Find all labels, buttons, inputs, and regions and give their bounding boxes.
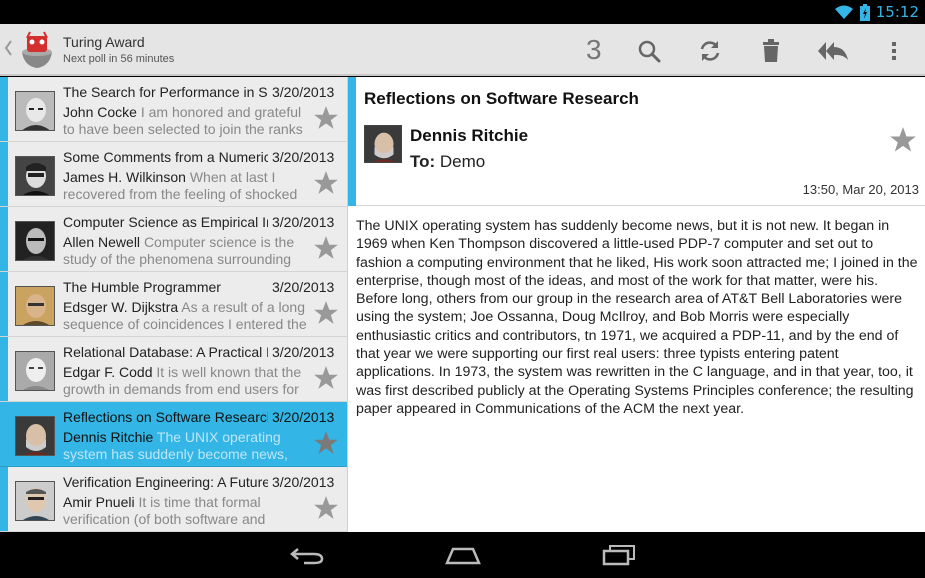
recent-apps-icon (602, 545, 635, 566)
star-icon[interactable] (889, 126, 917, 154)
star-icon[interactable] (313, 105, 339, 131)
message-preview: Dennis Ritchie The UNIX operating system… (63, 429, 308, 463)
message-subject: Computer Science as Empirical Inquiry (63, 214, 268, 230)
star-icon[interactable] (313, 170, 339, 196)
message-preview: Edgar F. Codd It is well known that the … (63, 364, 308, 398)
home-icon (445, 547, 481, 565)
detail-subject: Reflections on Software Research (364, 89, 639, 108)
status-icons: 15:12 (834, 3, 919, 21)
back-button[interactable] (287, 542, 327, 568)
star-icon[interactable] (313, 430, 339, 456)
to-label: To: (410, 152, 436, 171)
app-title: Turing Award (63, 34, 145, 50)
message-body: The UNIX operating system has suddenly b… (356, 218, 918, 417)
star-icon[interactable] (313, 495, 339, 521)
back-icon (290, 548, 324, 565)
recipient-name: Demo (439, 152, 486, 171)
refresh-icon (700, 41, 720, 61)
message-subject: The Humble Programmer (63, 279, 221, 295)
refresh-button[interactable] (695, 36, 725, 66)
avatar (15, 351, 55, 391)
action-bar-titles: Turing Award Next poll in 56 minutes (63, 34, 174, 67)
up-chevron-icon[interactable] (4, 40, 12, 56)
star-icon[interactable] (313, 365, 339, 391)
message-date: 3/20/2013 (272, 279, 335, 295)
screen: 15:12 Turing Award Next poll in 56 minut… (0, 0, 925, 578)
message-sender: Amir Pnueli (63, 494, 135, 510)
message-subject: Some Comments from a Numerical Analyst (63, 149, 268, 165)
message-preview: Allen Newell Computer science is the stu… (63, 234, 308, 268)
message-date: 3/20/2013 (272, 474, 335, 490)
detail-recipient: To: Demo (410, 152, 485, 172)
message-subject: Verification Engineering: A Future Profe… (63, 474, 268, 490)
app-icon[interactable] (18, 30, 56, 70)
avatar (15, 156, 55, 196)
action-bar: Turing Award Next poll in 56 minutes 3 (0, 24, 925, 76)
clock: 15:12 (875, 3, 919, 21)
reply-all-button[interactable] (815, 36, 851, 66)
list-item[interactable]: Verification Engineering: A Future Profe… (0, 467, 348, 532)
avatar (15, 91, 55, 131)
unread-indicator (0, 337, 8, 401)
message-subject: The Search for Performance in Scientific… (63, 84, 268, 100)
detail-timestamp: 13:50, Mar 20, 2013 (802, 182, 919, 197)
message-list: The Search for Performance in Scientific… (0, 77, 348, 532)
list-item[interactable]: Some Comments from a Numerical Analyst 3… (0, 142, 348, 207)
unread-count: 3 (586, 34, 602, 65)
list-item[interactable]: Computer Science as Empirical Inquiry 3/… (0, 207, 348, 272)
sender-avatar (364, 125, 402, 163)
message-date: 3/20/2013 (272, 409, 335, 425)
avatar (15, 416, 55, 456)
avatar (15, 286, 55, 326)
message-detail: Reflections on Software Research Dennis … (348, 77, 925, 532)
delete-button[interactable] (756, 36, 786, 66)
overflow-menu-icon (892, 42, 896, 60)
reply-all-icon (818, 42, 848, 60)
battery-icon (859, 3, 870, 21)
message-sender: Dennis Ritchie (63, 429, 154, 445)
message-preview: Edsger W. Dijkstra As a result of a long… (63, 299, 308, 333)
message-sender: James H. Wilkinson (63, 169, 186, 185)
message-sender: Edsger W. Dijkstra (63, 299, 179, 315)
avatar (15, 481, 55, 521)
unread-indicator (0, 467, 8, 531)
message-subject: Relational Database: A Practical Foundat… (63, 344, 268, 360)
search-icon (638, 40, 661, 63)
message-date: 3/20/2013 (272, 149, 335, 165)
list-item[interactable]: The Humble Programmer 3/20/2013 Edsger W… (0, 272, 348, 337)
message-subject: Reflections on Software Research (63, 409, 268, 425)
poll-status: Next poll in 56 minutes (63, 53, 175, 65)
message-preview: Amir Pnueli It is time that formal verif… (63, 494, 308, 528)
avatar (15, 221, 55, 261)
message-header: Reflections on Software Research Dennis … (348, 77, 925, 206)
unread-indicator (0, 207, 8, 271)
status-bar: 15:12 (0, 0, 925, 24)
recent-apps-button[interactable] (599, 542, 639, 568)
message-sender: Allen Newell (63, 234, 141, 250)
message-preview: James H. Wilkinson When at last I recove… (63, 169, 308, 203)
list-item[interactable]: The Search for Performance in Scientific… (0, 77, 348, 142)
home-button[interactable] (443, 542, 483, 568)
unread-indicator (0, 142, 8, 206)
trash-icon (763, 39, 779, 62)
search-button[interactable] (634, 36, 664, 66)
overflow-menu-button[interactable] (879, 36, 909, 66)
message-preview: John Cocke I am honored and grateful to … (63, 104, 308, 138)
unread-indicator (0, 272, 8, 336)
wifi-icon (834, 5, 853, 19)
unread-indicator (348, 77, 356, 206)
detail-sender: Dennis Ritchie (410, 126, 529, 145)
message-sender: Edgar F. Codd (63, 364, 153, 380)
unread-indicator (0, 77, 8, 141)
list-item-selected[interactable]: Reflections on Software Research 3/20/20… (0, 402, 348, 467)
message-date: 3/20/2013 (272, 214, 335, 230)
list-item[interactable]: Relational Database: A Practical Foundat… (0, 337, 348, 402)
selection-indicator (0, 402, 8, 466)
message-date: 3/20/2013 (272, 84, 335, 100)
message-sender: John Cocke (63, 104, 137, 120)
star-icon[interactable] (313, 235, 339, 261)
message-date: 3/20/2013 (272, 344, 335, 360)
star-icon[interactable] (313, 300, 339, 326)
navigation-bar (0, 532, 925, 578)
